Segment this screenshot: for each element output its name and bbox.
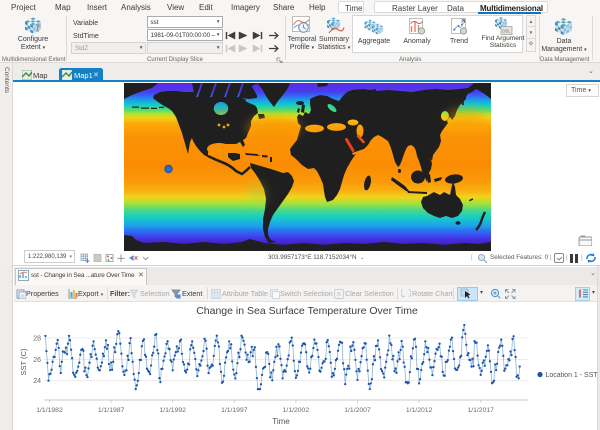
- svg-text:Time: Time: [272, 417, 290, 426]
- svg-text:1/1/1987: 1/1/1987: [98, 407, 125, 414]
- svg-text:28: 28: [33, 336, 41, 343]
- svg-text:24: 24: [33, 378, 41, 385]
- svg-text:DBL: DBL: [502, 29, 511, 34]
- svg-text:1/1/2002: 1/1/2002: [283, 407, 310, 414]
- svg-text:1/1/1982: 1/1/1982: [36, 407, 63, 414]
- svg-text:1/1/2007: 1/1/2007: [344, 407, 371, 414]
- svg-text:26: 26: [33, 357, 41, 364]
- svg-text:1/1/1992: 1/1/1992: [159, 407, 186, 414]
- svg-text:Location 1 - SST: Location 1 - SST: [546, 372, 599, 379]
- svg-text:1/1/1997: 1/1/1997: [221, 407, 248, 414]
- svg-text:Change in Sea Surface Temperat: Change in Sea Surface Temperature Over T…: [196, 305, 418, 317]
- svg-text:SST (C): SST (C): [19, 348, 28, 375]
- svg-text:1/1/2012: 1/1/2012: [406, 407, 433, 414]
- svg-text:1/1/2017: 1/1/2017: [467, 407, 494, 414]
